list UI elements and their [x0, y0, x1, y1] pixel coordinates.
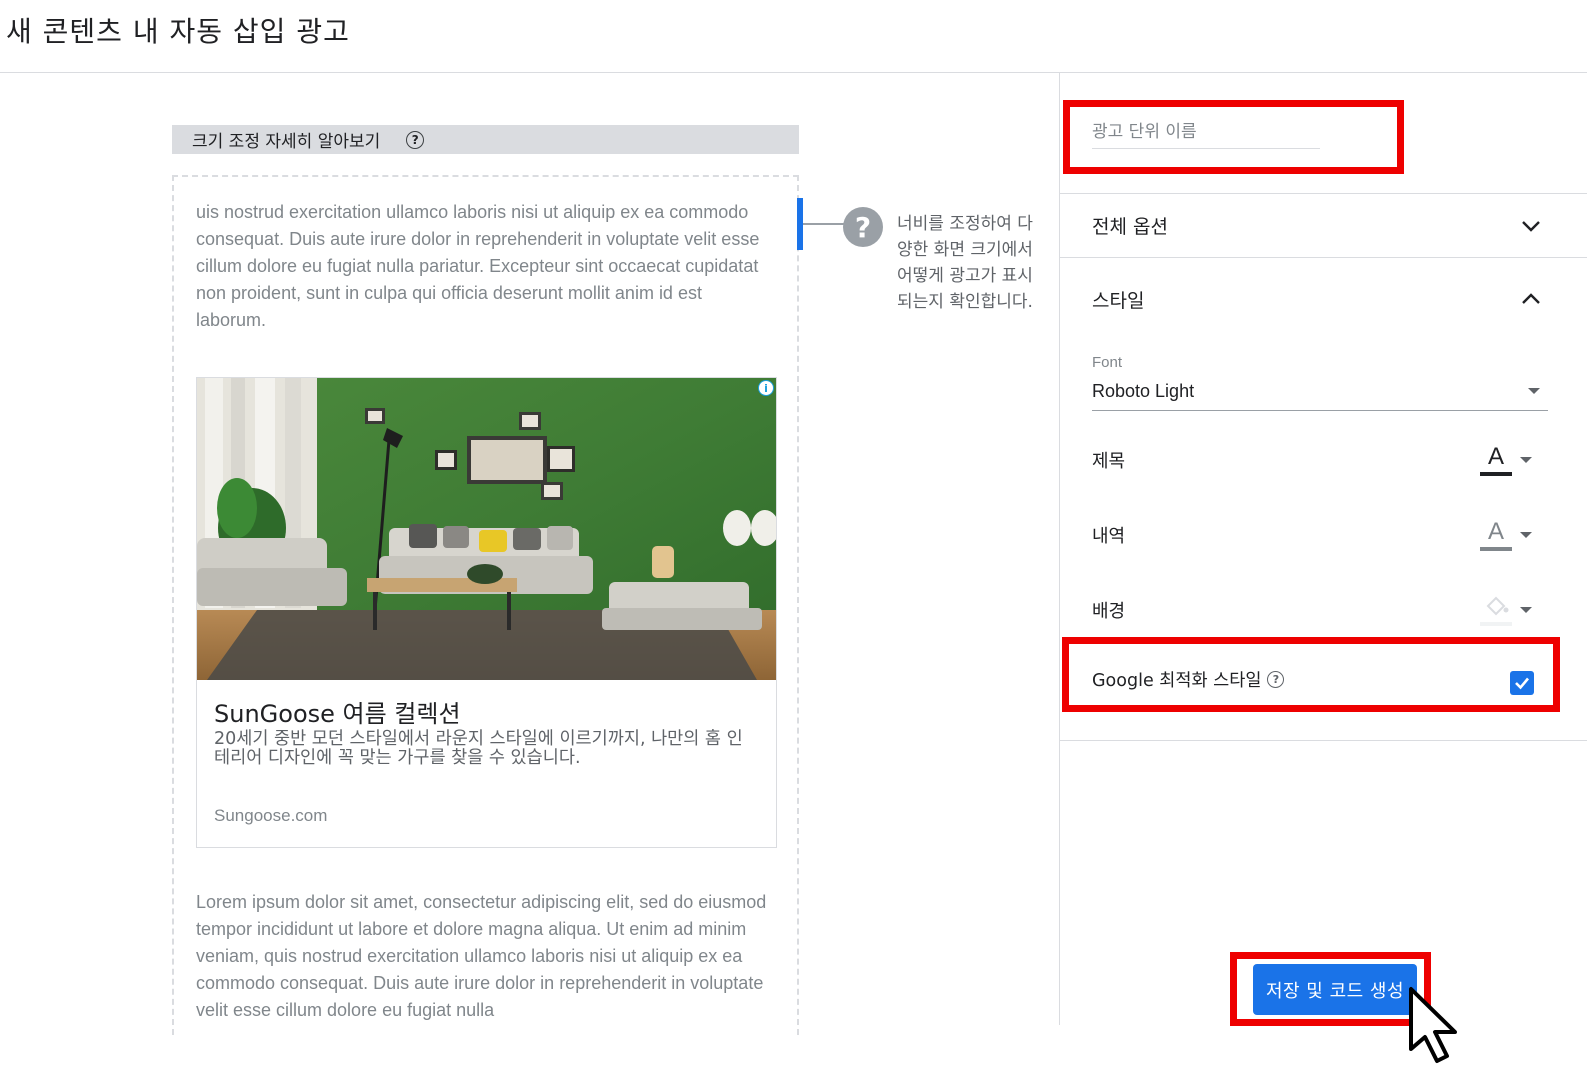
description-color-label: 내역 [1092, 526, 1126, 547]
font-caption: Font [1092, 354, 1123, 371]
dropdown-arrow-icon [1520, 532, 1532, 538]
sample-text-bottom: Lorem ipsum dolor sit amet, consectetur … [196, 892, 767, 1020]
ad-url[interactable]: Sungoose.com [214, 806, 327, 826]
ad-description: 20세기 중반 모던 스타일에서 라운지 스타일에 이르기까지, 나만의 홈 인… [214, 729, 743, 768]
title-color-label: 제목 [1092, 451, 1126, 472]
ad-image[interactable]: i [197, 378, 776, 680]
highlight-box-ad-unit-name [1063, 100, 1404, 174]
living-room-photo [197, 378, 776, 680]
background-color-picker[interactable] [1480, 593, 1540, 627]
background-color-swatch [1480, 622, 1512, 626]
page: 새 콘텐츠 내 자동 삽입 광고 크기 조정 자세히 알아보기 ? uis no… [0, 0, 1587, 1077]
font-value: Roboto Light [1092, 381, 1195, 401]
resize-learn-more-label[interactable]: 크기 조정 자세히 알아보기 [192, 127, 380, 152]
chevron-down-icon[interactable] [1520, 215, 1542, 237]
ad-card[interactable]: i SunGoose 여름 컬렉션 20세기 중반 모던 스타일에서 라운지 스… [196, 377, 777, 848]
fill-color-icon [1480, 594, 1512, 626]
ad-choices-info-icon[interactable]: i [758, 380, 774, 396]
preview-frame: uis nostrud exercitation ullamco laboris… [172, 175, 799, 1035]
mouse-cursor-icon [1409, 987, 1457, 1063]
text-color-glyph: A [1487, 518, 1504, 545]
section-divider [1060, 193, 1587, 194]
resize-hint-text: 너비를 조정하여 다양한 화면 크기에서 어떻게 광고가 표시되는지 확인합니다… [897, 214, 1033, 312]
question-icon: ? [843, 207, 883, 247]
sample-text-top: uis nostrud exercitation ullamco laboris… [196, 202, 760, 330]
title-color-swatch [1480, 472, 1512, 476]
paint-bucket-icon [1486, 596, 1509, 616]
page-title: 새 콘텐츠 내 자동 삽입 광고 [6, 15, 350, 48]
dropdown-arrow-icon [1520, 457, 1532, 463]
help-icon[interactable]: ? [406, 130, 425, 149]
chevron-up-icon[interactable] [1520, 288, 1542, 310]
style-section-label[interactable]: 스타일 [1092, 286, 1144, 313]
ad-headline[interactable]: SunGoose 여름 컬렉션 [214, 694, 461, 729]
resize-bar[interactable]: 크기 조정 자세히 알아보기 ? [172, 125, 799, 154]
highlight-box-save-button [1230, 952, 1431, 1026]
description-color-picker[interactable]: A [1480, 518, 1540, 552]
general-options-label[interactable]: 전체 옵션 [1092, 212, 1168, 239]
text-color-glyph: A [1487, 443, 1504, 470]
background-color-label: 배경 [1092, 601, 1126, 622]
text-color-icon: A [1480, 519, 1512, 551]
title-color-picker[interactable]: A [1480, 443, 1540, 477]
text-color-icon: A [1480, 444, 1512, 476]
dropdown-arrow-icon [1528, 388, 1540, 394]
settings-panel: 광고 단위 이름 전체 옵션 스타일 Font Roboto Light 제목 … [1059, 73, 1587, 1025]
section-divider [1060, 740, 1587, 741]
dropdown-arrow-icon [1520, 607, 1532, 613]
font-select[interactable]: Roboto Light [1092, 373, 1548, 411]
section-divider [1060, 257, 1587, 258]
description-color-swatch [1480, 547, 1512, 551]
hint-connector [803, 223, 845, 225]
highlight-box-google-optimized [1062, 637, 1560, 712]
